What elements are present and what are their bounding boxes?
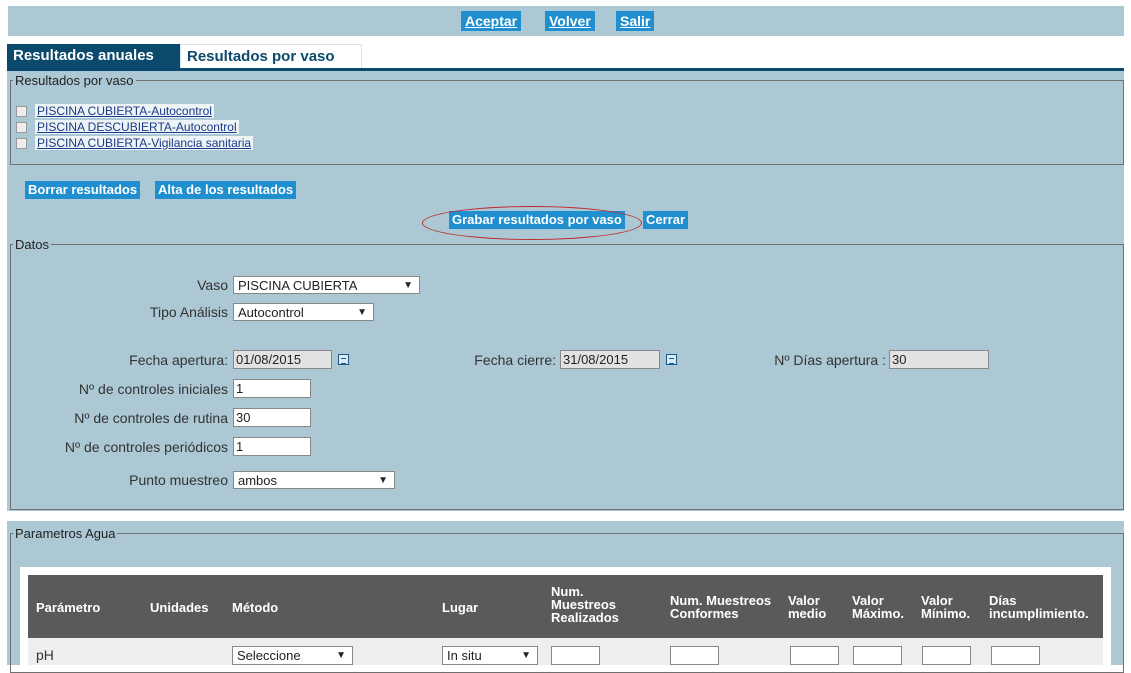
header-metodo: Método: [232, 600, 279, 615]
fecha-apertura-field[interactable]: 01/08/2015: [233, 350, 332, 369]
controles-periodicos-field[interactable]: 1: [233, 437, 311, 456]
header-unidades: Unidades: [150, 600, 209, 615]
chevron-down-icon: ▼: [403, 280, 413, 291]
valor-maximo-field[interactable]: [853, 646, 902, 665]
vaso-select-value: PISCINA CUBIERTA: [238, 278, 358, 293]
tab-results-by-vessel[interactable]: Resultados por vaso: [180, 44, 362, 69]
fecha-cierre-label: Fecha cierre:: [474, 352, 556, 368]
highlight-ellipse: [422, 206, 642, 240]
vessel-results-legend: Resultados por vaso: [15, 73, 134, 88]
chevron-down-icon: ▼: [378, 475, 388, 486]
dias-incumplimiento-field[interactable]: [991, 646, 1040, 665]
vessel-checkbox[interactable]: [16, 122, 27, 134]
header-conformes-line: Conformes: [670, 606, 739, 621]
exit-button[interactable]: Salir: [616, 11, 655, 31]
header-valor-minimo-line: Mínimo.: [921, 606, 971, 621]
vessel-item[interactable]: PISCINA CUBIERTA-Autocontrol: [16, 104, 214, 119]
controles-rutina-field[interactable]: 30: [233, 408, 311, 427]
calendar-icon[interactable]: [666, 354, 677, 365]
metodo-select[interactable]: Seleccione ▼: [232, 646, 353, 665]
header-parametro: Parámetro: [36, 600, 101, 615]
metodo-select-value: Seleccione: [237, 648, 301, 663]
controles-periodicos-label: Nº de controles periódicos: [64, 439, 228, 455]
tipo-analisis-value: Autocontrol: [238, 305, 304, 320]
header-dias-line: incumplimiento.: [989, 606, 1089, 621]
header-valor-minimo: Valor Mínimo.: [921, 594, 970, 620]
dias-apertura-label: Nº Días apertura :: [774, 352, 886, 368]
realizados-field[interactable]: [551, 646, 600, 665]
controles-iniciales-label: Nº de controles iniciales: [78, 381, 228, 397]
fecha-cierre-field[interactable]: 31/08/2015: [560, 350, 660, 369]
datos-legend: Datos: [15, 237, 49, 252]
cell-parametro: pH: [36, 647, 54, 663]
header-realizados: Num. Muestreos Realizados: [551, 585, 619, 624]
header-valor-medio: Valor medio: [788, 594, 826, 620]
vessel-link[interactable]: PISCINA CUBIERTA-Vigilancia sanitaria: [35, 136, 254, 150]
punto-muestreo-value: ambos: [238, 473, 278, 488]
delete-results-button[interactable]: Borrar resultados: [25, 181, 141, 199]
accept-button[interactable]: Aceptar: [461, 11, 522, 31]
tab-annual-results[interactable]: Resultados anuales: [7, 44, 183, 68]
tipo-analisis-label: Tipo Análisis: [149, 304, 228, 320]
lugar-select[interactable]: In situ ▼: [442, 646, 538, 665]
header-valor-maximo: Valor Máximo.: [852, 594, 904, 620]
back-button[interactable]: Volver: [545, 11, 595, 31]
tipo-analisis-select[interactable]: Autocontrol ▼: [233, 303, 374, 321]
register-results-button[interactable]: Alta de los resultados: [155, 181, 297, 199]
header-valor-maximo-line: Máximo.: [852, 606, 905, 621]
valor-medio-field[interactable]: [790, 646, 839, 665]
header-conformes: Num. Muestreos Conformes: [670, 594, 771, 620]
controles-iniciales-field[interactable]: 1: [233, 379, 311, 398]
calendar-icon[interactable]: [338, 354, 349, 365]
vessel-item[interactable]: PISCINA DESCUBIERTA-Autocontrol: [16, 120, 239, 135]
chevron-down-icon: ▼: [357, 307, 367, 318]
parametros-table-header: Parámetro Unidades Método Lugar Num. Mue…: [28, 575, 1103, 638]
close-button[interactable]: Cerrar: [643, 211, 689, 229]
header-lugar: Lugar: [442, 600, 479, 615]
header-dias-incumplimiento: Días incumplimiento.: [989, 594, 1089, 620]
vessel-item[interactable]: PISCINA CUBIERTA-Vigilancia sanitaria: [16, 136, 254, 151]
vaso-label: Vaso: [197, 277, 228, 293]
vessel-results-fieldset: Resultados por vaso: [10, 73, 1124, 165]
lugar-select-value: In situ: [447, 648, 482, 663]
vaso-select[interactable]: PISCINA CUBIERTA ▼: [233, 276, 420, 294]
chevron-down-icon: ▼: [336, 650, 346, 661]
vessel-link[interactable]: PISCINA CUBIERTA-Autocontrol: [35, 104, 214, 118]
chevron-down-icon: ▼: [521, 650, 531, 661]
table-row: pH Seleccione ▼ In situ ▼: [28, 638, 1103, 665]
vessel-link[interactable]: PISCINA DESCUBIERTA-Autocontrol: [35, 120, 239, 134]
parametros-legend: Parametros Agua: [15, 526, 116, 541]
header-valor-medio-line: medio: [788, 606, 827, 621]
header-realizados-line: Realizados: [551, 610, 619, 625]
valor-minimo-field[interactable]: [922, 646, 971, 665]
punto-muestreo-select[interactable]: ambos ▼: [233, 471, 395, 489]
dias-apertura-field[interactable]: 30: [889, 350, 989, 369]
vessel-checkbox[interactable]: [16, 106, 27, 118]
top-toolbar: Aceptar Volver Salir: [8, 6, 1124, 36]
fecha-apertura-label: Fecha apertura:: [129, 352, 228, 368]
controles-rutina-label: Nº de controles de rutina: [74, 410, 228, 426]
punto-muestreo-label: Punto muestreo: [129, 472, 228, 488]
conformes-field[interactable]: [670, 646, 719, 665]
vessel-checkbox[interactable]: [16, 138, 27, 150]
